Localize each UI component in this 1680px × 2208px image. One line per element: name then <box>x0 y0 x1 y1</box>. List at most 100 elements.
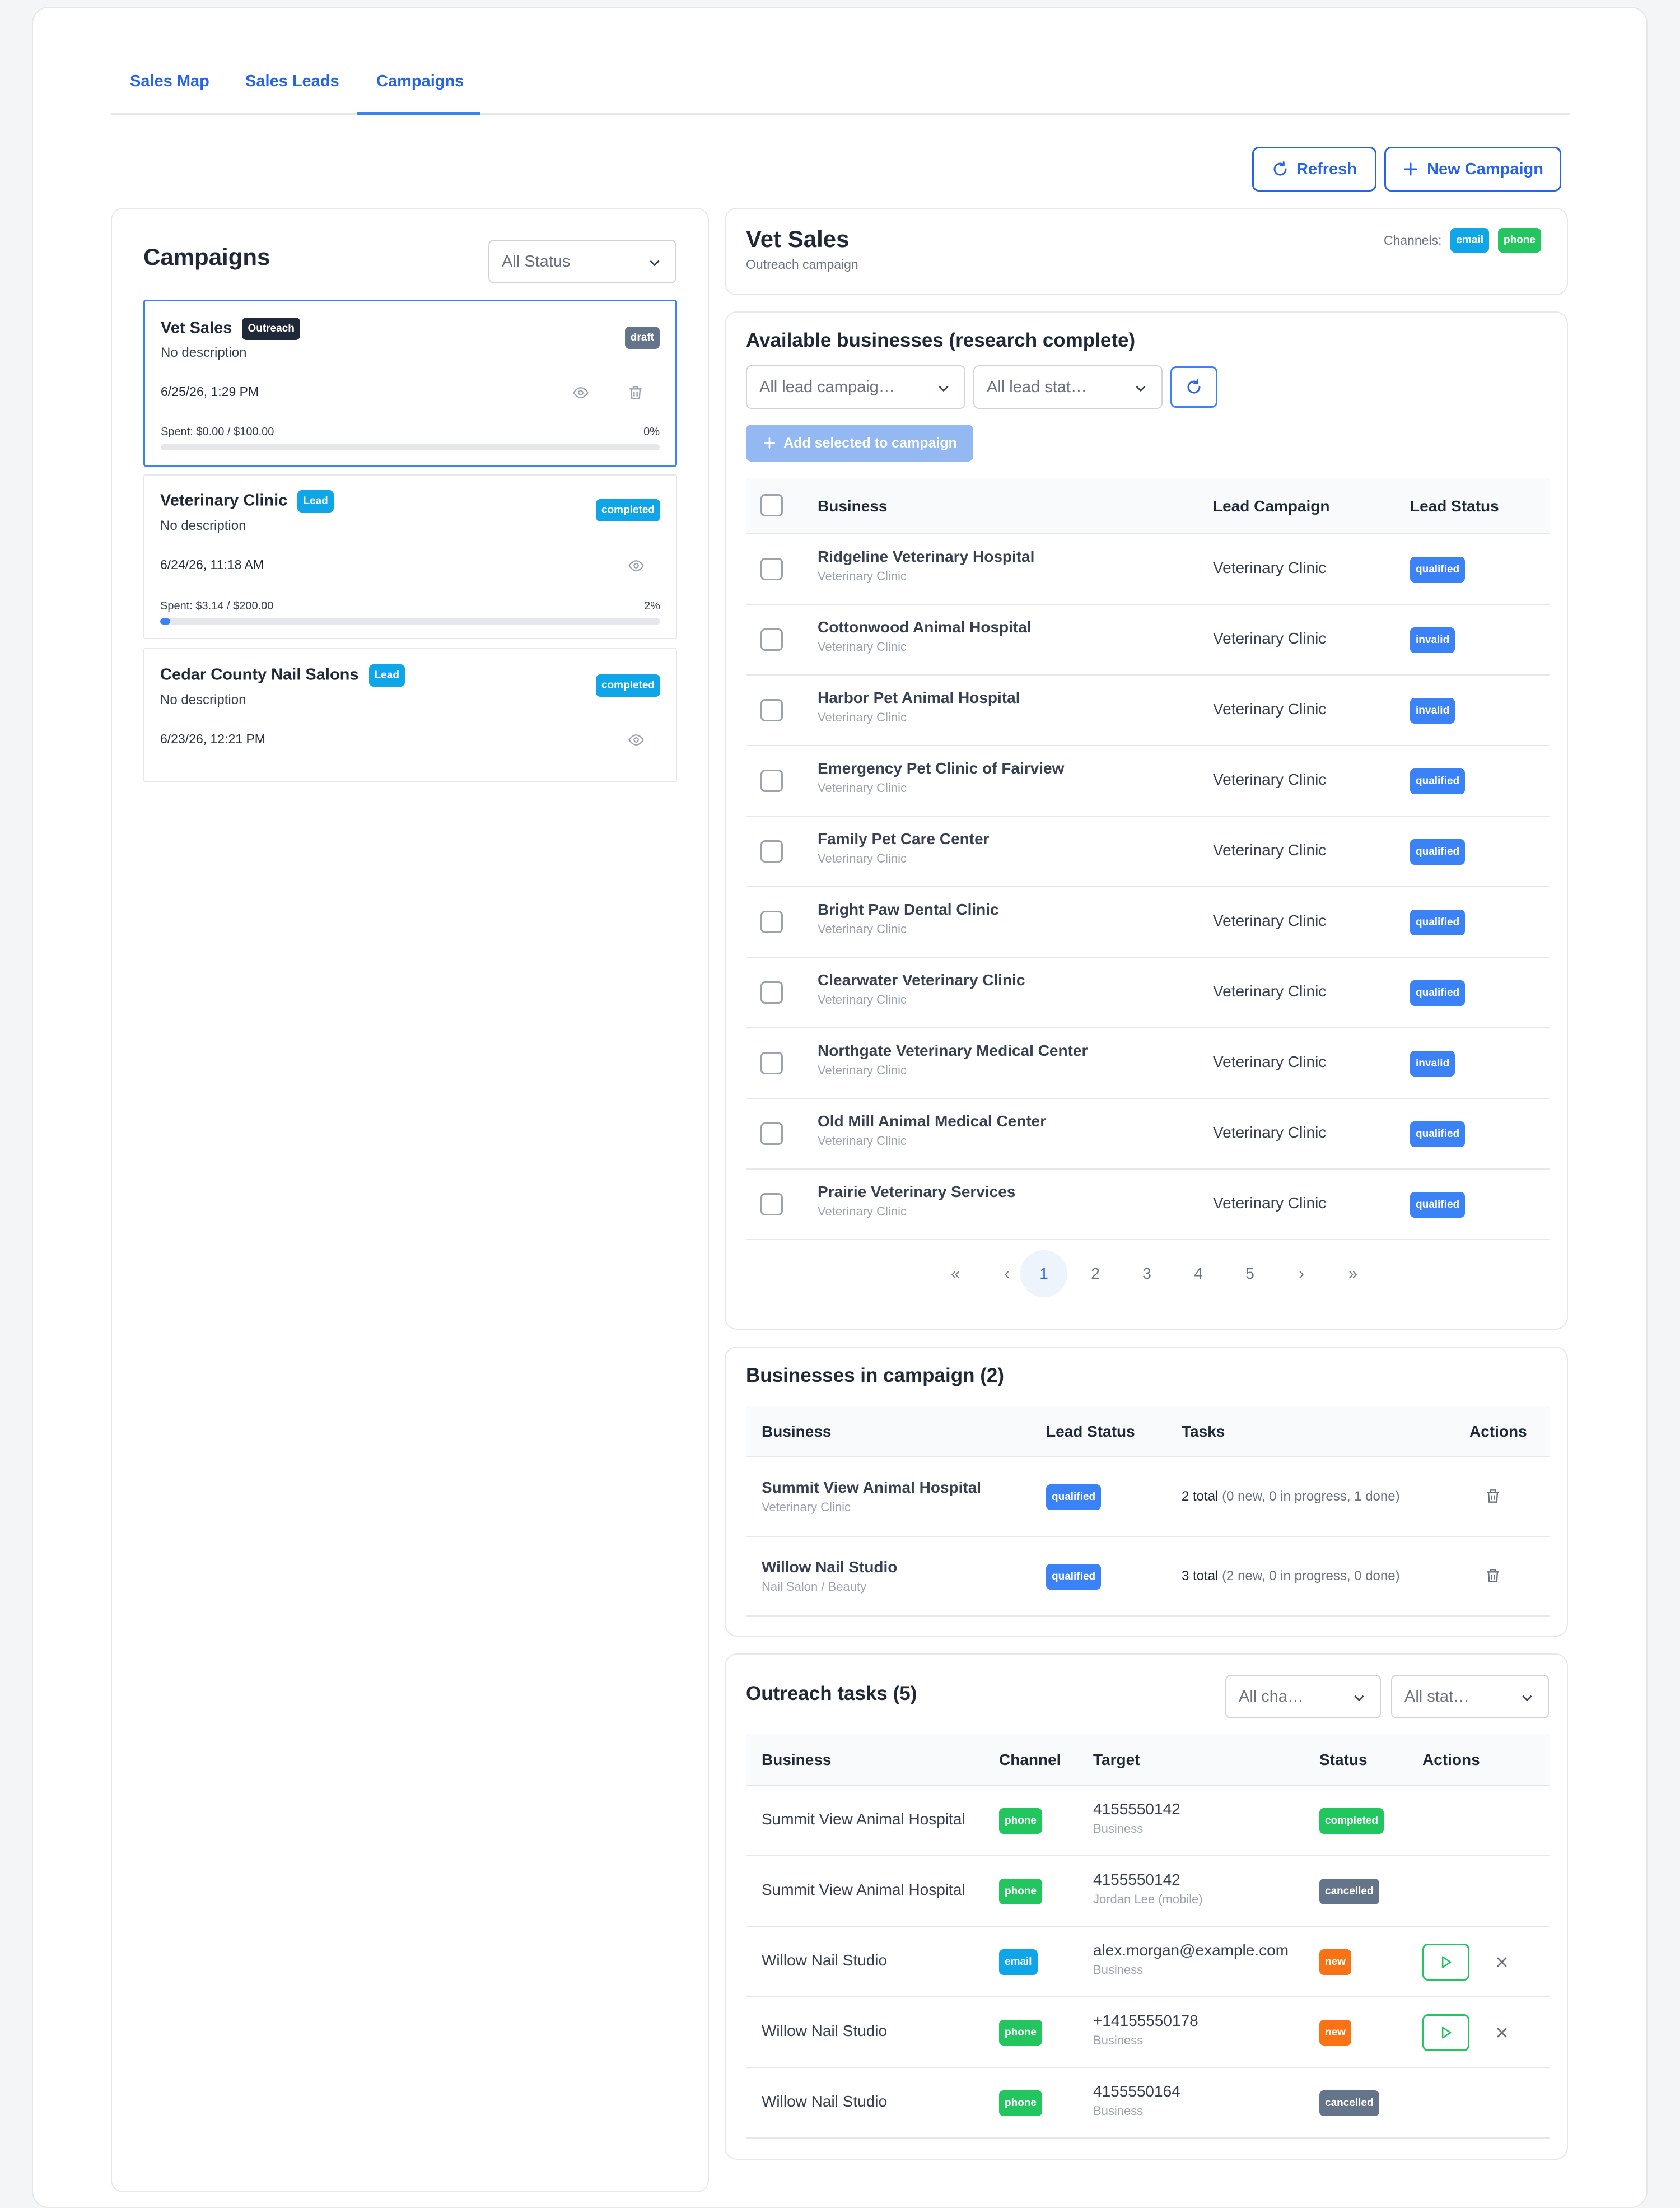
first-page-button[interactable]: « <box>932 1250 979 1297</box>
status-filter-select[interactable]: All Status <box>488 240 676 283</box>
eye-icon[interactable] <box>626 557 646 574</box>
tasks-total: 2 total <box>1182 1489 1219 1504</box>
page-button-3[interactable]: 3 <box>1123 1250 1170 1297</box>
row-checkbox[interactable] <box>760 911 783 933</box>
table-row: Willow Nail Studio phone 4155550164 Busines… <box>746 2068 1550 2139</box>
page-button-1[interactable]: 1 <box>1020 1250 1067 1297</box>
table-row[interactable]: Prairie Veterinary Services Veterinary Cl… <box>746 1170 1550 1240</box>
table-row[interactable]: Ridgeline Veterinary Hospital Veterinary … <box>746 534 1550 605</box>
campaign-description: No description <box>161 345 247 360</box>
lead-status-filter-select[interactable]: All lead stat… <box>973 365 1163 409</box>
campaign-detail-header: Vet Sales Outreach campaign Channels: em… <box>725 208 1568 295</box>
business-category: Nail Salon / Beauty <box>762 1580 867 1594</box>
row-checkbox[interactable] <box>760 628 783 651</box>
lead-status-badge: qualified <box>1410 1121 1466 1147</box>
cancel-task-button[interactable] <box>1491 2021 1513 2044</box>
next-page-button[interactable]: › <box>1278 1250 1325 1297</box>
task-business: Willow Nail Studio <box>762 2093 888 2110</box>
remove-business-button[interactable] <box>1484 1566 1503 1586</box>
row-checkbox[interactable] <box>760 840 783 863</box>
row-checkbox[interactable] <box>760 699 783 721</box>
tasks-total: 3 total <box>1182 1568 1219 1583</box>
channel-badge-phone: phone <box>1498 228 1541 253</box>
row-checkbox[interactable] <box>760 1122 783 1145</box>
lead-campaign-filter-select[interactable]: All lead campaig… <box>746 365 965 409</box>
lead-status-badge: invalid <box>1410 1051 1455 1077</box>
task-status-badge: new <box>1319 1949 1351 1975</box>
campaign-card[interactable]: Cedar County Nail Salons Lead completed … <box>143 648 677 782</box>
trash-icon[interactable] <box>627 383 645 402</box>
channel-filter-value: All cha… <box>1239 1687 1304 1706</box>
task-status-badge: new <box>1319 2020 1351 2046</box>
business-category: Veterinary Clinic <box>762 1500 851 1514</box>
tab-sales-map[interactable]: Sales Map <box>111 70 228 115</box>
task-target: alex.morgan@example.com <box>1093 1941 1289 1959</box>
campaign-spent: Spent: $3.14 / $200.00 <box>160 600 274 612</box>
lead-campaign-cell: Veterinary Clinic <box>1213 1124 1327 1141</box>
close-icon <box>1497 1957 1507 1967</box>
table-row[interactable]: Northgate Veterinary Medical Center Veter… <box>746 1028 1550 1099</box>
campaign-status-badge: draft <box>624 327 660 349</box>
lead-campaign-filter-value: All lead campaig… <box>759 378 895 396</box>
tab-sales-leads[interactable]: Sales Leads <box>226 70 358 115</box>
last-page-button[interactable]: » <box>1329 1250 1376 1297</box>
eye-icon[interactable] <box>571 384 591 401</box>
page-button-2[interactable]: 2 <box>1072 1250 1119 1297</box>
task-target: 4155550142 <box>1093 1871 1180 1888</box>
table-row[interactable]: Cottonwood Animal Hospital Veterinary Cli… <box>746 605 1550 676</box>
table-row[interactable]: Harbor Pet Animal Hospital Veterinary Cli… <box>746 676 1550 746</box>
task-target: 4155550164 <box>1093 2083 1180 2100</box>
refresh-list-button[interactable] <box>1170 366 1217 408</box>
row-checkbox[interactable] <box>760 1193 783 1215</box>
detail-title: Vet Sales <box>746 226 850 252</box>
add-selected-button[interactable]: Add selected to campaign <box>746 425 973 462</box>
campaign-card[interactable]: Vet Sales Outreach draft No description … <box>143 300 677 467</box>
tab-campaigns[interactable]: Campaigns <box>357 70 480 115</box>
status-filter-value: All Status <box>502 252 571 271</box>
refresh-button[interactable]: Refresh <box>1252 147 1376 192</box>
business-category: Veterinary Clinic <box>818 569 907 583</box>
table-row[interactable]: Old Mill Animal Medical Center Veterinary… <box>746 1099 1550 1170</box>
table-row: Summit View Animal Hospital phone 41555501… <box>746 1856 1550 1927</box>
table-row[interactable]: Family Pet Care Center Veterinary Clinic V… <box>746 817 1550 887</box>
page-button-5[interactable]: 5 <box>1226 1250 1273 1297</box>
remove-business-button[interactable] <box>1484 1487 1503 1507</box>
eye-icon[interactable] <box>626 732 646 748</box>
select-all-checkbox[interactable] <box>760 494 783 516</box>
business-name: Family Pet Care Center <box>818 830 990 847</box>
page-button-4[interactable]: 4 <box>1175 1250 1222 1297</box>
channel-filter-select[interactable]: All cha… <box>1225 1675 1381 1718</box>
campaign-card[interactable]: Veterinary Clinic Lead completed No desc… <box>143 474 677 639</box>
lead-status-filter-value: All lead stat… <box>987 378 1087 396</box>
table-row[interactable]: Bright Paw Dental Clinic Veterinary Clini… <box>746 887 1550 958</box>
row-checkbox[interactable] <box>760 558 783 580</box>
cancel-task-button[interactable] <box>1491 1951 1513 1973</box>
chevron-down-icon <box>1136 385 1146 392</box>
new-campaign-button[interactable]: New Campaign <box>1384 147 1561 192</box>
task-status-filter-select[interactable]: All stat… <box>1391 1675 1549 1718</box>
refresh-icon <box>1273 161 1287 176</box>
campaign-businesses-card: Businesses in campaign (2) Business Lead… <box>725 1347 1568 1637</box>
available-table-header: Business Lead Campaign Lead Status <box>746 478 1550 534</box>
table-row: Willow Nail Studio phone +14155550178 Busin… <box>746 1997 1550 2068</box>
table-row[interactable]: Emergency Pet Clinic of Fairview Veterina… <box>746 746 1550 817</box>
tasks-summary: 2 total (0 new, 0 in progress, 1 done) <box>1182 1489 1400 1504</box>
chevron-down-icon <box>650 260 660 267</box>
table-row: Summit View Animal Hospital phone 41555501… <box>746 1786 1550 1856</box>
available-businesses-card: Available businesses (research complete)… <box>725 311 1568 1330</box>
row-checkbox[interactable] <box>760 981 783 1004</box>
business-name: Ridgeline Veterinary Hospital <box>818 548 1035 565</box>
lead-campaign-cell: Veterinary Clinic <box>1213 700 1327 718</box>
plus-icon <box>1404 162 1417 176</box>
row-checkbox[interactable] <box>760 770 783 792</box>
column-header: Lead Status <box>1410 497 1499 515</box>
run-task-button[interactable] <box>1422 2014 1469 2051</box>
task-target-type: Jordan Lee (mobile) <box>1093 1892 1203 1906</box>
task-business: Summit View Animal Hospital <box>762 1810 965 1828</box>
trash-icon <box>1487 1489 1499 1503</box>
table-row[interactable]: Clearwater Veterinary Clinic Veterinary C… <box>746 958 1550 1028</box>
campaign-progress-bar <box>161 444 660 450</box>
run-task-button[interactable] <box>1422 1944 1469 1981</box>
row-checkbox[interactable] <box>760 1052 783 1074</box>
outreach-tasks-card: Outreach tasks (5) All cha… All stat… Bu… <box>725 1653 1568 2160</box>
